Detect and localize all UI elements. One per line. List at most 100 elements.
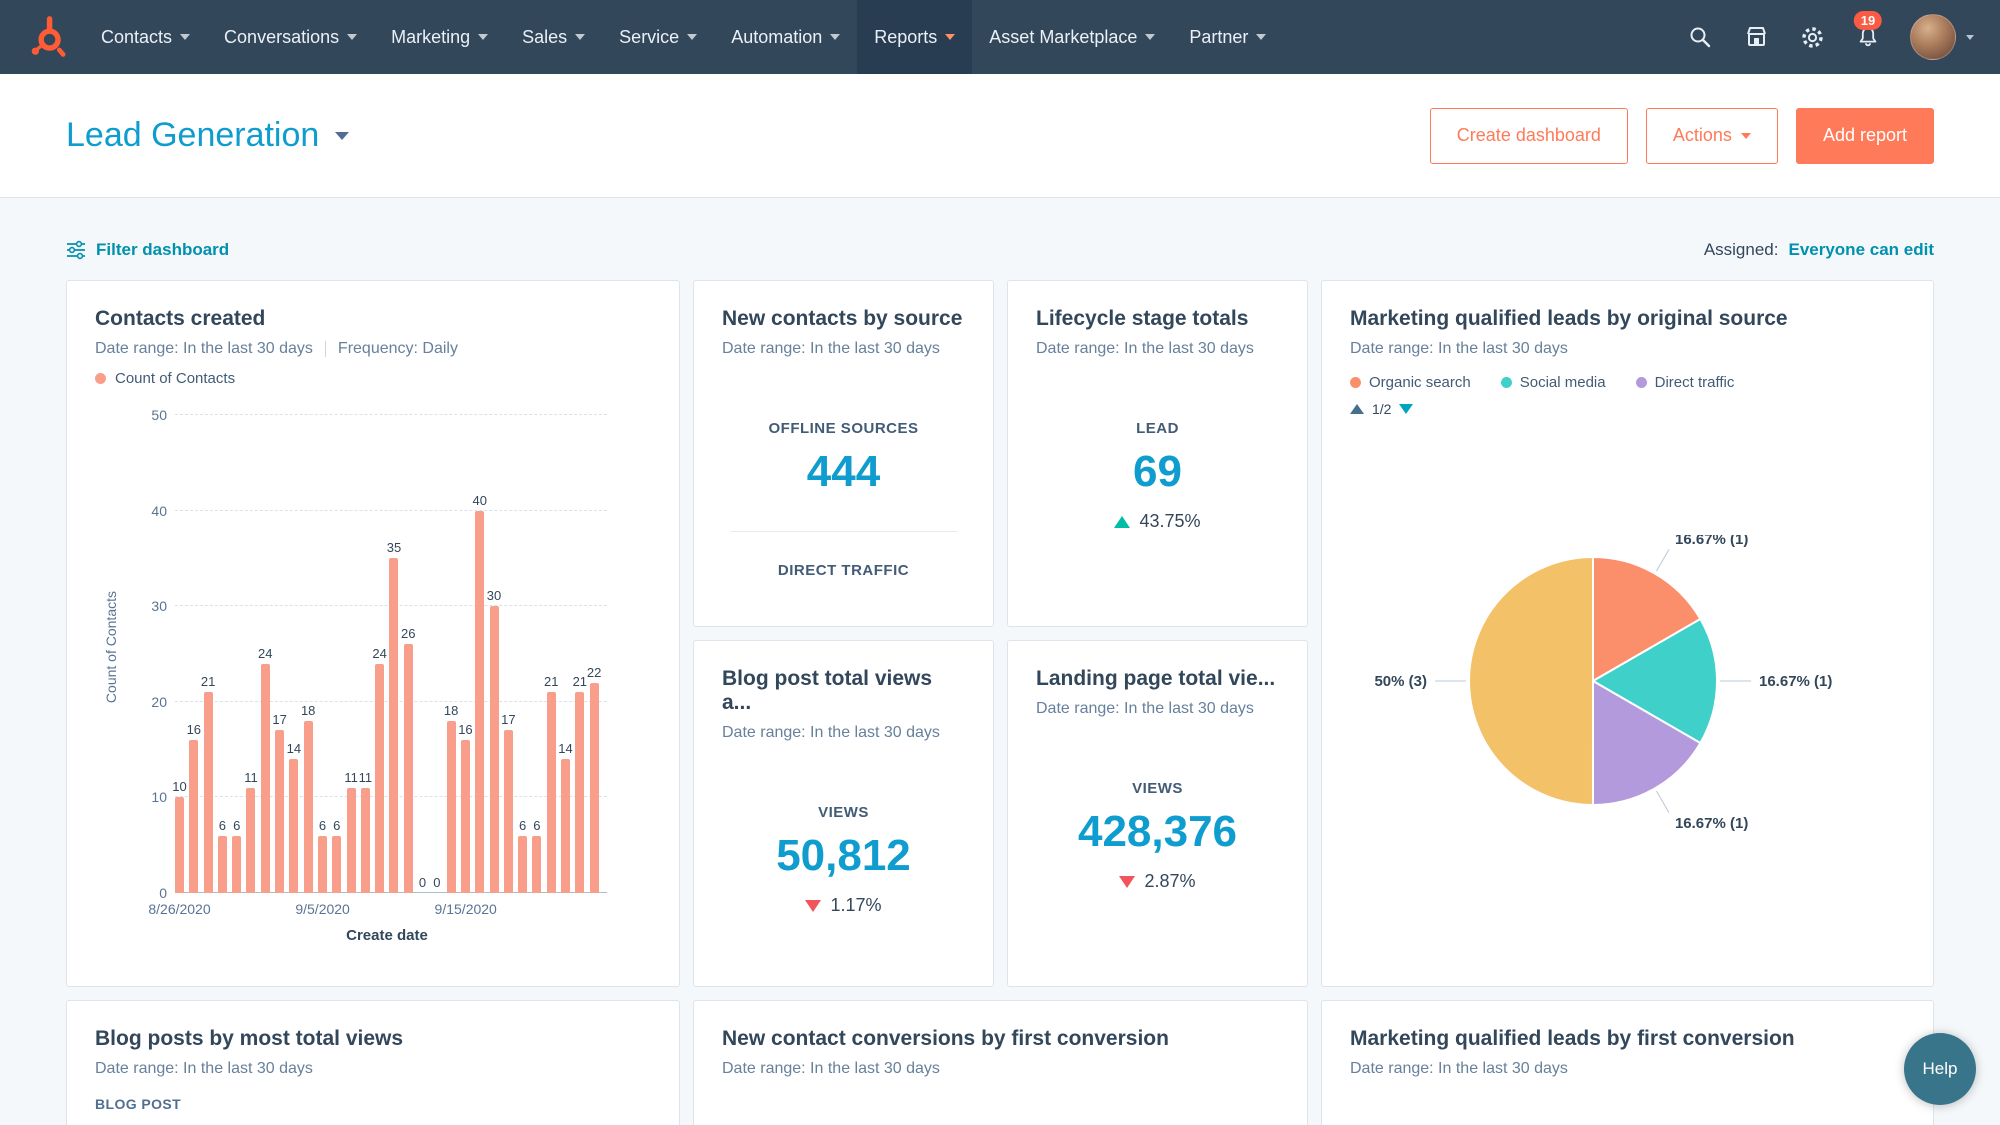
- bar[interactable]: 14: [289, 415, 298, 893]
- bar[interactable]: 16: [461, 415, 470, 893]
- nav-item-reports[interactable]: Reports: [857, 0, 972, 74]
- trend-down-icon: [1119, 876, 1135, 888]
- bar[interactable]: 16: [189, 415, 198, 893]
- bar-value-label: 11: [359, 770, 373, 785]
- legend-page-down-icon[interactable]: [1399, 404, 1413, 414]
- top-navigation: ContactsConversationsMarketingSalesServi…: [0, 0, 2000, 74]
- nav-item-service[interactable]: Service: [602, 0, 714, 74]
- pie-slice-label: 50% (3): [1374, 673, 1427, 690]
- notifications-bell-icon[interactable]: 19: [1854, 23, 1882, 51]
- bar[interactable]: 24: [261, 415, 270, 893]
- hubspot-logo[interactable]: [26, 15, 68, 59]
- bar[interactable]: 14: [561, 415, 570, 893]
- dashboard-title-dropdown[interactable]: Lead Generation: [66, 116, 349, 155]
- delta-value: 43.75%: [1139, 511, 1200, 532]
- bar-rect: [175, 797, 184, 893]
- bar[interactable]: 0: [432, 415, 441, 893]
- nav-item-marketing[interactable]: Marketing: [374, 0, 505, 74]
- bar[interactable]: 18: [447, 415, 456, 893]
- source-label: OFFLINE SOURCES: [722, 420, 965, 437]
- dashboard-toolbar: Filter dashboard Assigned: Everyone can …: [66, 240, 1934, 260]
- bar[interactable]: 22: [590, 415, 599, 893]
- bar[interactable]: 0: [418, 415, 427, 893]
- actions-button[interactable]: Actions: [1646, 108, 1778, 164]
- filter-dashboard-link[interactable]: Filter dashboard: [66, 240, 229, 260]
- bar[interactable]: 6: [532, 415, 541, 893]
- bar[interactable]: 11: [246, 415, 255, 893]
- legend-dot: [1636, 377, 1647, 388]
- chevron-down-icon: [478, 34, 488, 40]
- bar[interactable]: 35: [389, 415, 398, 893]
- search-icon[interactable]: [1686, 23, 1714, 51]
- bar[interactable]: 6: [232, 415, 241, 893]
- bar[interactable]: 21: [204, 415, 213, 893]
- legend-page-indicator: 1/2: [1372, 401, 1391, 417]
- bar-value-label: 17: [501, 712, 515, 727]
- create-dashboard-label: Create dashboard: [1457, 125, 1601, 146]
- mql-pie-chart: 16.67% (1)16.67% (1)16.67% (1)50% (3): [1350, 535, 1907, 865]
- pie-slice-label: 16.67% (1): [1675, 815, 1748, 832]
- add-report-button[interactable]: Add report: [1796, 108, 1934, 164]
- nav-item-contacts[interactable]: Contacts: [84, 0, 207, 74]
- bar-value-label: 18: [301, 703, 315, 718]
- date-range: Date range: In the last 30 days: [722, 1060, 940, 1078]
- bar[interactable]: 24: [375, 415, 384, 893]
- pie-slice-4[interactable]: [1469, 557, 1593, 805]
- bar[interactable]: 17: [275, 415, 284, 893]
- date-range: Date range: In the last 30 days: [95, 340, 313, 358]
- bar[interactable]: 11: [361, 415, 370, 893]
- assigned-permission-link[interactable]: Everyone can edit: [1788, 240, 1934, 260]
- bar[interactable]: 18: [304, 415, 313, 893]
- bar-value-label: 26: [401, 626, 415, 641]
- bar-rect: [461, 740, 470, 893]
- bar-rect: [490, 606, 499, 893]
- bar[interactable]: 26: [404, 415, 413, 893]
- contacts-created-bar-chart: Count of Contacts 0102030405010162166112…: [95, 415, 651, 944]
- x-axis-tick: 9/15/2020: [435, 901, 497, 917]
- nav-item-automation[interactable]: Automation: [714, 0, 857, 74]
- bar[interactable]: 6: [318, 415, 327, 893]
- legend-page-up-icon[interactable]: [1350, 404, 1364, 414]
- dashboard-grid: Contacts created Date range: In the last…: [0, 280, 2000, 1125]
- actions-label: Actions: [1673, 125, 1732, 146]
- bar-rect: [404, 644, 413, 893]
- pie-legend: Organic search Social media Direct traffic: [1350, 374, 1905, 391]
- bar-value-label: 24: [372, 646, 386, 661]
- x-axis-title: Create date: [175, 927, 599, 944]
- nav-item-sales[interactable]: Sales: [505, 0, 602, 74]
- bar-value-label: 6: [233, 818, 240, 833]
- bar-rect: [347, 788, 356, 893]
- account-menu[interactable]: [1910, 14, 1974, 60]
- bar[interactable]: 21: [547, 415, 556, 893]
- settings-gear-icon[interactable]: [1798, 23, 1826, 51]
- metric-value: 69: [1036, 447, 1279, 497]
- user-avatar[interactable]: [1910, 14, 1956, 60]
- bar-series: 1016216611241714186611112435260018164030…: [175, 415, 599, 893]
- bar[interactable]: 17: [504, 415, 513, 893]
- bar[interactable]: 30: [490, 415, 499, 893]
- create-dashboard-button[interactable]: Create dashboard: [1430, 108, 1628, 164]
- bar[interactable]: 6: [518, 415, 527, 893]
- nav-item-asset-marketplace[interactable]: Asset Marketplace: [972, 0, 1172, 74]
- legend-item-organic-search[interactable]: Organic search: [1350, 374, 1471, 391]
- notification-badge: 19: [1854, 11, 1882, 30]
- lifecycle-stage-totals-card: Lifecycle stage totals Date range: In th…: [1007, 280, 1308, 627]
- bar-value-label: 14: [558, 741, 572, 756]
- bar[interactable]: 11: [347, 415, 356, 893]
- bar[interactable]: 21: [575, 415, 584, 893]
- nav-item-conversations[interactable]: Conversations: [207, 0, 374, 74]
- bar[interactable]: 6: [218, 415, 227, 893]
- bar[interactable]: 10: [175, 415, 184, 893]
- help-button[interactable]: Help: [1904, 1033, 1976, 1105]
- card-title: New contact conversions by first convers…: [722, 1027, 1279, 1051]
- legend-item-direct-traffic[interactable]: Direct traffic: [1636, 374, 1735, 391]
- marketplace-icon[interactable]: [1742, 23, 1770, 51]
- date-range: Date range: In the last 30 days: [1350, 340, 1568, 358]
- nav-item-partner[interactable]: Partner: [1172, 0, 1283, 74]
- card-title: Blog posts by most total views: [95, 1027, 651, 1051]
- bar-rect: [189, 740, 198, 893]
- bar-value-label: 0: [419, 875, 426, 890]
- legend-item-social-media[interactable]: Social media: [1501, 374, 1606, 391]
- bar[interactable]: 6: [332, 415, 341, 893]
- bar[interactable]: 40: [475, 415, 484, 893]
